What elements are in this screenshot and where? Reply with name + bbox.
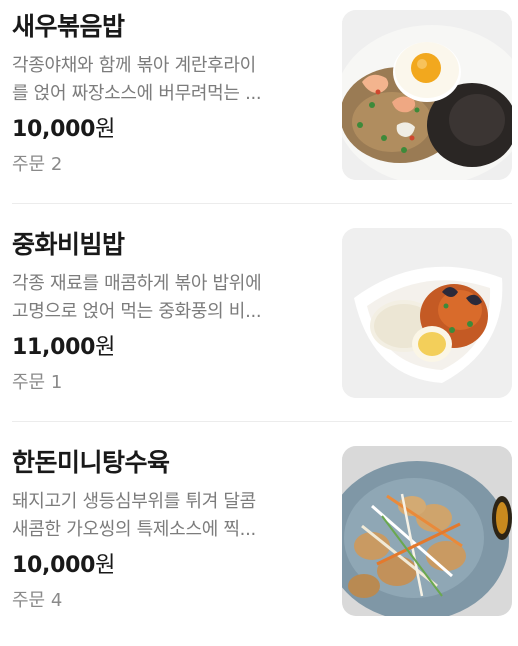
food-photo-illustration bbox=[342, 446, 512, 616]
order-count: 주문 1 bbox=[12, 372, 63, 393]
description-line: 각종 재료를 매콤하게 볶아 밥위에 bbox=[12, 273, 262, 294]
menu-item-name: 중화비빔밥 bbox=[12, 230, 125, 259]
menu-item-name: 새우볶음밥 bbox=[12, 12, 125, 41]
description-line: 돼지고기 생등심부위를 튀겨 달콤 bbox=[12, 491, 256, 512]
menu-item-description: 각종 재료를 매콤하게 볶아 밥위에 고명으로 얹어 먹는 중화풍의 비... bbox=[12, 270, 312, 326]
menu-item-info: 한돈미니탕수육 돼지고기 생등심부위를 튀겨 달콤 새콤한 가오씽의 특제소스에… bbox=[12, 446, 322, 615]
menu-item-description: 돼지고기 생등심부위를 튀겨 달콤 새콤한 가오씽의 특제소스에 찍... bbox=[12, 488, 312, 544]
menu-item-chinese-bibimbap[interactable]: 중화비빔밥 각종 재료를 매콤하게 볶아 밥위에 고명으로 얹어 먹는 중화풍의… bbox=[0, 228, 518, 428]
order-count: 주문 4 bbox=[12, 590, 63, 611]
shrimp-fried-rice-photo[interactable] bbox=[342, 10, 512, 180]
menu-list: 새우볶음밥 각종야채와 함께 볶아 계란후라이 를 얹어 짜장소스에 버무려먹는… bbox=[0, 0, 518, 635]
item-divider bbox=[12, 421, 512, 422]
menu-item-shrimp-fried-rice[interactable]: 새우볶음밥 각종야채와 함께 볶아 계란후라이 를 얹어 짜장소스에 버무려먹는… bbox=[0, 10, 518, 210]
price-row: 10,000원 bbox=[12, 114, 322, 147]
currency-label: 원 bbox=[95, 335, 116, 360]
currency-label: 원 bbox=[95, 553, 116, 578]
price-row: 10,000원 bbox=[12, 550, 322, 583]
chinese-bibimbap-photo[interactable] bbox=[342, 228, 512, 398]
menu-item-price: 11,000 bbox=[12, 335, 96, 360]
description-line: 를 얹어 짜장소스에 버무려먹는 ... bbox=[12, 83, 262, 104]
menu-item-sweet-and-sour-pork[interactable]: 한돈미니탕수육 돼지고기 생등심부위를 튀겨 달콤 새콤한 가오씽의 특제소스에… bbox=[0, 446, 518, 646]
currency-label: 원 bbox=[95, 117, 116, 142]
food-photo-illustration bbox=[342, 10, 512, 180]
description-line: 고명으로 얹어 먹는 중화풍의 비... bbox=[12, 301, 262, 322]
sweet-and-sour-pork-photo[interactable] bbox=[342, 446, 512, 616]
menu-item-info: 새우볶음밥 각종야채와 함께 볶아 계란후라이 를 얹어 짜장소스에 버무려먹는… bbox=[12, 10, 322, 179]
menu-item-info: 중화비빔밥 각종 재료를 매콤하게 볶아 밥위에 고명으로 얹어 먹는 중화풍의… bbox=[12, 228, 322, 397]
order-count: 주문 2 bbox=[12, 154, 63, 175]
menu-item-price: 10,000 bbox=[12, 553, 96, 578]
description-line: 새콤한 가오씽의 특제소스에 찍... bbox=[12, 519, 256, 540]
food-photo-illustration bbox=[342, 228, 512, 398]
item-divider bbox=[12, 203, 512, 204]
menu-item-price: 10,000 bbox=[12, 117, 96, 142]
description-line: 각종야채와 함께 볶아 계란후라이 bbox=[12, 55, 256, 76]
menu-item-name: 한돈미니탕수육 bbox=[12, 448, 170, 477]
price-row: 11,000원 bbox=[12, 332, 322, 365]
menu-item-description: 각종야채와 함께 볶아 계란후라이 를 얹어 짜장소스에 버무려먹는 ... bbox=[12, 52, 312, 108]
